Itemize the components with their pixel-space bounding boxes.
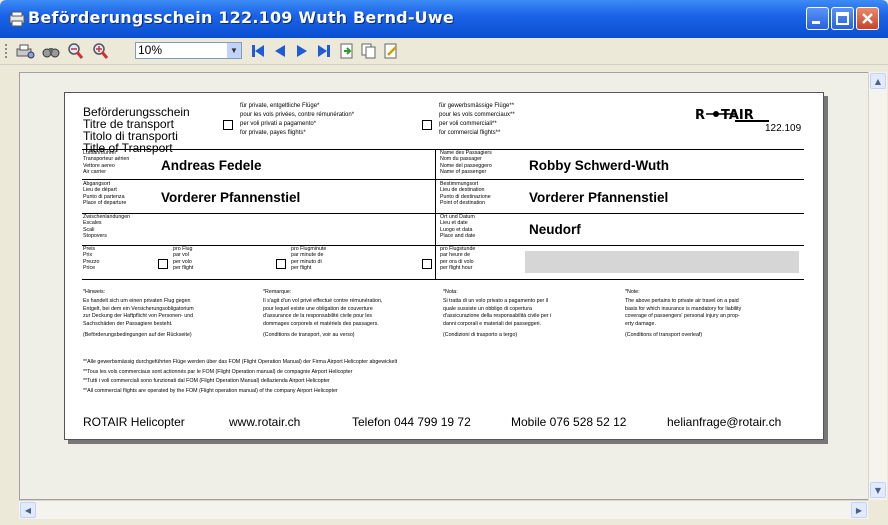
scrollbar-corner <box>868 500 886 518</box>
chevron-down-icon[interactable]: ▼ <box>227 43 241 58</box>
minimize-button[interactable] <box>806 7 829 30</box>
maximize-button[interactable] <box>831 7 854 30</box>
binoculars-icon[interactable] <box>41 42 61 60</box>
edit-icon[interactable] <box>382 42 400 60</box>
table-divider <box>82 179 804 180</box>
previous-page-icon[interactable] <box>271 42 289 60</box>
document-heading: Beförderungsschein Titre de transport Ti… <box>83 106 190 154</box>
document-number: 122.109 <box>765 123 802 134</box>
departure-value: Vorderer Pfannenstiel <box>161 190 301 205</box>
zoom-out-icon[interactable] <box>66 42 86 60</box>
private-flight-checkbox[interactable] <box>223 120 233 130</box>
export-icon[interactable] <box>338 42 356 60</box>
passenger-label: Name des Passagiers Nom du passager Nome… <box>440 150 492 175</box>
price-label: Preis Prix Prezzo Price <box>83 246 100 271</box>
scroll-left-icon[interactable]: ◀ <box>20 502 36 518</box>
price-per-flight-checkbox[interactable] <box>158 259 168 269</box>
note-english: *Note: The above pertains to private air… <box>625 289 742 339</box>
price-per-minute-text: pro Flugminute par minute de per minuto … <box>291 246 327 271</box>
stopovers-label: Zwischenlandungen Escales Scali Stopover… <box>83 214 131 239</box>
last-page-icon[interactable] <box>315 42 333 60</box>
commercial-flight-checkbox[interactable] <box>422 120 432 130</box>
destination-value: Vorderer Pfannenstiel <box>529 190 669 205</box>
price-per-minute-checkbox[interactable] <box>276 259 286 269</box>
scroll-up-icon[interactable]: ▲ <box>870 73 886 89</box>
carrier-label: Luftfahrtführer Transporteur aérien Vett… <box>83 150 130 175</box>
document-page: Beförderungsschein Titre de transport Ti… <box>64 92 824 440</box>
app-icon <box>8 10 26 28</box>
footer-mobile: Mobile 076 528 52 12 <box>511 415 627 429</box>
copy-icon[interactable] <box>360 42 378 60</box>
passenger-value: Robby Schwerd-Wuth <box>529 158 669 173</box>
zoom-in-icon[interactable] <box>91 42 111 60</box>
next-page-icon[interactable] <box>293 42 311 60</box>
rotair-logo: R TAIR <box>695 107 795 123</box>
svg-text:R: R <box>695 108 705 123</box>
footer-website: www.rotair.ch <box>229 415 301 429</box>
note-italian: *Nota: Si tratta di un volo privato a pa… <box>443 289 552 339</box>
scroll-right-icon[interactable]: ▶ <box>851 502 867 518</box>
price-field[interactable] <box>525 251 799 273</box>
price-per-hour-text: pro Flugstunde par heure de per ora di v… <box>440 246 476 271</box>
scroll-down-icon[interactable]: ▼ <box>870 482 886 498</box>
departure-label: Abgangsort Lieu de départ Punto di parte… <box>83 181 127 206</box>
place-date-label: Ort und Datum Lieu et date Luogo et data… <box>440 214 476 239</box>
footer-phone: Telefon 044 799 19 72 <box>352 415 471 429</box>
window-title: Beförderungsschein 122.109 Wuth Bernd-Uw… <box>28 8 454 27</box>
zoom-value: 10% <box>138 43 163 57</box>
app-window: Beförderungsschein 122.109 Wuth Bernd-Uw… <box>0 0 888 525</box>
table-divider <box>82 279 804 280</box>
private-option-text: für private, entgeltliche Flüge* pour le… <box>240 103 355 136</box>
vertical-scrollbar[interactable]: ▲ ▼ <box>868 72 887 500</box>
commercial-option-text: für gewerbsmässige Flüge** pour les vols… <box>439 103 515 136</box>
note-german: *Hinweis: Es handelt sich um einen priva… <box>83 289 194 339</box>
destination-label: Bestimmungsort Lieu de destination Punto… <box>440 181 491 206</box>
footer-company: ROTAIR Helicopter <box>83 415 185 429</box>
toolbar-grip <box>4 42 8 60</box>
close-button[interactable] <box>856 7 879 30</box>
price-per-flight-text: pro Flug par vol per volo per flight <box>173 246 194 271</box>
zoom-select[interactable]: 10% ▼ <box>135 42 242 59</box>
toolbar <box>0 38 888 65</box>
first-page-icon[interactable] <box>249 42 267 60</box>
place-date-value: Neudorf <box>529 222 581 237</box>
note-french: *Remarque: Il s'agit d'un vol privé effe… <box>263 289 383 339</box>
horizontal-scrollbar[interactable]: ◀ ▶ <box>19 500 869 519</box>
commercial-notes: **Alle gewerbsmässig durchgeführten Flüg… <box>83 359 398 394</box>
printer-setup-icon[interactable] <box>14 42 36 60</box>
table-column-divider <box>435 149 436 279</box>
title-bar[interactable]: Beförderungsschein 122.109 Wuth Bernd-Uw… <box>0 0 888 38</box>
footer-email: helianfrage@rotair.ch <box>667 415 782 429</box>
price-per-hour-checkbox[interactable] <box>422 259 432 269</box>
carrier-value: Andreas Fedele <box>161 158 262 173</box>
